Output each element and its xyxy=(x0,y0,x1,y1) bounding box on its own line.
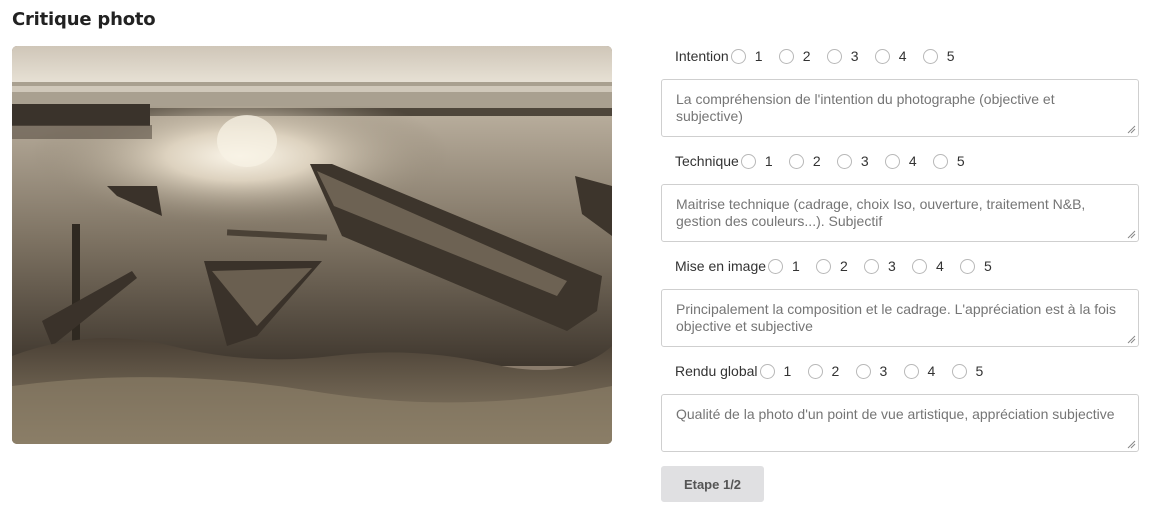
rating-technique: Technique 1 2 3 4 5 xyxy=(675,150,981,172)
radio-label: 1 xyxy=(792,258,800,274)
critique-photo-image xyxy=(12,46,612,444)
radio-intention-5[interactable] xyxy=(922,48,938,64)
radio-label: 3 xyxy=(888,258,896,274)
radio-technique-5[interactable] xyxy=(932,153,948,169)
radio-label: 2 xyxy=(812,153,821,169)
rating-mise-en-image: Mise en image 1 2 3 4 5 xyxy=(675,255,1008,277)
intention-comment-field[interactable] xyxy=(661,79,1139,137)
page-title: Critique photo xyxy=(12,9,156,30)
radio-intention-1[interactable] xyxy=(730,48,746,64)
radio-rendu-global-5[interactable] xyxy=(951,363,967,379)
radio-label: 5 xyxy=(946,48,955,64)
radio-label: 5 xyxy=(984,258,992,274)
radio-label: 2 xyxy=(831,363,840,379)
radio-label: 1 xyxy=(764,153,773,169)
radio-label: 4 xyxy=(898,48,907,64)
radio-mise-en-image-5[interactable] xyxy=(960,258,976,274)
radio-label: 2 xyxy=(840,258,848,274)
radio-label: 3 xyxy=(879,363,888,379)
radio-mise-en-image-1[interactable] xyxy=(768,258,784,274)
radio-rendu-global-3[interactable] xyxy=(855,363,871,379)
radio-label: 4 xyxy=(936,258,944,274)
rating-label: Rendu global xyxy=(675,363,758,379)
radio-label: 1 xyxy=(754,48,763,64)
radio-mise-en-image-4[interactable] xyxy=(912,258,928,274)
radio-rendu-global-2[interactable] xyxy=(807,363,823,379)
radio-intention-4[interactable] xyxy=(874,48,890,64)
radio-label: 3 xyxy=(850,48,859,64)
radio-label: 1 xyxy=(783,363,792,379)
radio-label: 5 xyxy=(956,153,965,169)
radio-mise-en-image-2[interactable] xyxy=(816,258,832,274)
rating-intention: Intention 1 2 3 4 5 xyxy=(675,45,971,67)
rating-rendu-global: Rendu global 1 2 3 4 5 xyxy=(675,360,1000,382)
radio-label: 3 xyxy=(860,153,869,169)
radio-mise-en-image-3[interactable] xyxy=(864,258,880,274)
radio-rendu-global-1[interactable] xyxy=(759,363,775,379)
radio-intention-2[interactable] xyxy=(778,48,794,64)
radio-technique-3[interactable] xyxy=(836,153,852,169)
radio-technique-2[interactable] xyxy=(788,153,804,169)
radio-technique-4[interactable] xyxy=(884,153,900,169)
rating-label: Intention xyxy=(675,48,729,64)
rating-label: Mise en image xyxy=(675,258,767,274)
radio-intention-3[interactable] xyxy=(826,48,842,64)
radio-label: 2 xyxy=(802,48,811,64)
technique-comment-field[interactable] xyxy=(661,184,1139,242)
next-step-button[interactable]: Etape 1/2 xyxy=(661,466,764,502)
radio-rendu-global-4[interactable] xyxy=(903,363,919,379)
radio-label: 4 xyxy=(908,153,917,169)
rating-label: Technique xyxy=(675,153,739,169)
radio-label: 4 xyxy=(927,363,936,379)
mise-en-image-comment-field[interactable] xyxy=(661,289,1139,347)
radio-technique-1[interactable] xyxy=(740,153,756,169)
radio-label: 5 xyxy=(975,363,984,379)
rendu-global-comment-field[interactable] xyxy=(661,394,1139,452)
